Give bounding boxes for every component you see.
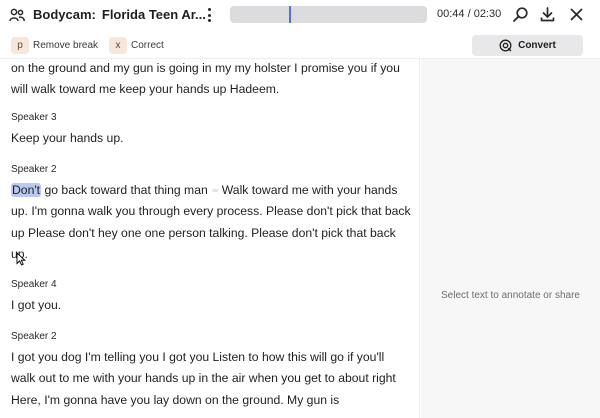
- annotate-hint: Select text to annotate or share: [441, 290, 580, 301]
- speaker-label: Speaker 2: [11, 331, 57, 342]
- transcript-segment: Speaker 2 Don't go back toward that thin…: [11, 164, 411, 265]
- convert-label: Convert: [518, 40, 556, 51]
- page-title: Bodycam: Florida Teen Ar...: [33, 7, 206, 22]
- transcript-segment: Speaker 3 Keep your hands up.: [11, 112, 411, 149]
- app-name: Bodycam: [33, 7, 92, 22]
- highlighted-word[interactable]: Don't: [11, 183, 42, 197]
- convert-button[interactable]: Convert: [472, 35, 583, 56]
- mouse-pointer-icon: [16, 252, 27, 266]
- remove-break-key[interactable]: p: [11, 37, 29, 54]
- speaker-label: Speaker 2: [11, 164, 57, 175]
- transcript-segment: Speaker 4 I got you.: [11, 279, 411, 316]
- close-icon[interactable]: [568, 6, 585, 23]
- pause-marker[interactable]: [211, 189, 218, 193]
- speaker-label: Speaker 4: [11, 279, 57, 290]
- utterance-text[interactable]: I got you dog I'm telling you I got you …: [11, 347, 411, 411]
- transcript-segment: on the ground and my gun is going in my …: [11, 59, 411, 101]
- utterance-text[interactable]: Don't go back toward that thing man Walk …: [11, 180, 411, 265]
- file-title: Florida Teen Ar...: [101, 7, 206, 22]
- transcript-pane[interactable]: on the ground and my gun is going in my …: [0, 59, 420, 418]
- more-options-icon[interactable]: [203, 6, 215, 24]
- utterance-text[interactable]: on the ground and my gun is going in my …: [11, 59, 411, 101]
- utterance-text[interactable]: Keep your hands up.: [11, 128, 411, 149]
- timecode: 00:44 / 02:30: [437, 8, 502, 20]
- utterance-text[interactable]: I got you.: [11, 295, 411, 316]
- convert-icon: [499, 39, 512, 52]
- annotation-panel: Select text to annotate or share: [421, 59, 600, 418]
- download-icon[interactable]: [539, 6, 556, 23]
- people-icon: [9, 8, 25, 22]
- correct-label[interactable]: Correct: [131, 40, 164, 51]
- text-before-pause[interactable]: go back toward that thing man: [44, 183, 207, 197]
- playhead[interactable]: [289, 6, 291, 23]
- transcript-segment: Speaker 2 I got you dog I'm telling you …: [11, 331, 411, 411]
- speaker-label: Speaker 3: [11, 112, 57, 123]
- correct-key[interactable]: x: [109, 37, 127, 54]
- top-bar: Bodycam: Florida Teen Ar... 00:44 / 02:30: [0, 0, 600, 31]
- remove-break-label[interactable]: Remove break: [33, 40, 98, 51]
- search-icon[interactable]: [512, 6, 529, 23]
- playback-timeline[interactable]: [230, 6, 427, 23]
